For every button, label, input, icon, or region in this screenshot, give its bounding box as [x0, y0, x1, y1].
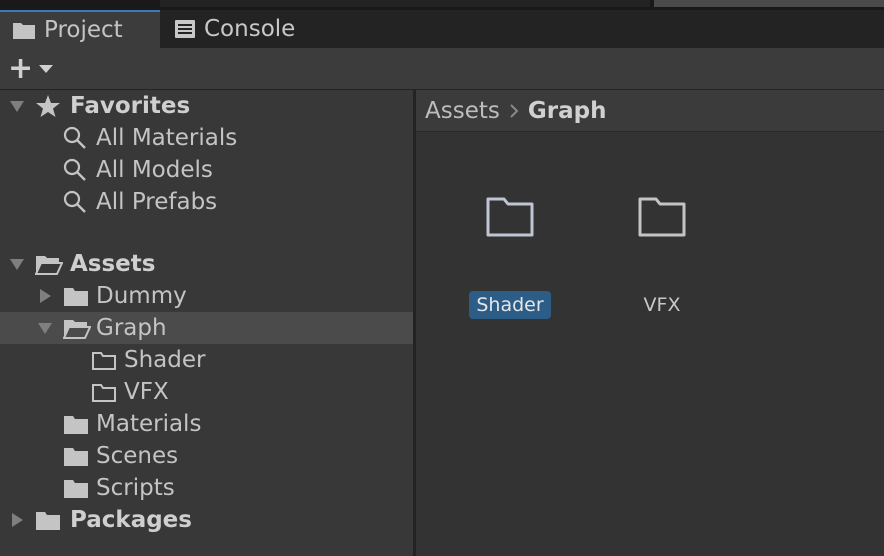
chevron-right-icon [508, 103, 520, 119]
materials-label: Materials [96, 411, 202, 437]
tab-project[interactable]: Project [0, 10, 160, 48]
top-strip-segment [160, 0, 650, 7]
tab-project-label: Project [44, 17, 123, 43]
tree-row-vfx[interactable]: VFX [0, 376, 413, 408]
collapsed-arrow-icon[interactable] [35, 286, 55, 306]
shader-label: Shader [124, 347, 206, 373]
all-materials-label: All Materials [96, 125, 238, 151]
tree-row-scripts[interactable]: Scripts [0, 472, 413, 504]
tree-row-scenes[interactable]: Scenes [0, 440, 413, 472]
search-icon [63, 158, 87, 182]
tree-row-graph[interactable]: Graph [0, 312, 413, 344]
graph-label: Graph [96, 315, 167, 341]
packages-label: Packages [70, 507, 192, 533]
scenes-label: Scenes [96, 443, 179, 469]
plus-icon: + [8, 51, 34, 86]
collapsed-arrow-icon[interactable] [7, 510, 27, 530]
empty-folder-icon [91, 381, 117, 403]
scripts-label: Scripts [96, 475, 175, 501]
tab-console-label: Console [204, 16, 296, 42]
console-icon [174, 19, 196, 39]
asset-name-vfx: VFX [643, 294, 681, 316]
project-toolbar: + [0, 48, 884, 90]
all-prefabs-label: All Prefabs [96, 189, 218, 215]
expanded-arrow-icon[interactable] [35, 318, 55, 338]
all-models-label: All Models [96, 157, 213, 183]
tab-console[interactable]: Console [162, 10, 332, 48]
top-strip-segment-right [654, 0, 884, 7]
tree-row-shader[interactable]: Shader [0, 344, 413, 376]
tree-row-all-prefabs[interactable]: All Prefabs [0, 186, 413, 218]
favorites-label: Favorites [70, 93, 191, 119]
breadcrumb: Assets Graph [416, 90, 884, 132]
empty-folder-icon [485, 194, 535, 242]
breadcrumb-graph[interactable]: Graph [528, 98, 607, 124]
dropdown-caret-icon [39, 65, 54, 73]
folder-icon [63, 477, 89, 499]
asset-browser: Assets Graph Shader VFX [416, 90, 884, 556]
expanded-arrow-icon[interactable] [7, 96, 27, 116]
tab-bar: Project Console [0, 10, 884, 48]
vfx-label: VFX [124, 379, 169, 405]
breadcrumb-assets[interactable]: Assets [425, 98, 500, 124]
tree-row-dummy[interactable]: Dummy [0, 280, 413, 312]
assets-label: Assets [70, 251, 156, 277]
open-folder-icon [63, 317, 91, 339]
tree-row-materials[interactable]: Materials [0, 408, 413, 440]
folder-icon [63, 445, 89, 467]
add-asset-button[interactable]: + [8, 51, 66, 86]
asset-item-shader[interactable]: Shader [455, 194, 565, 324]
dummy-label: Dummy [96, 283, 187, 309]
folder-icon [63, 413, 89, 435]
folder-icon [63, 285, 89, 307]
expanded-arrow-icon[interactable] [7, 254, 27, 274]
folder-icon [35, 509, 61, 531]
asset-name-shader: Shader [469, 291, 551, 319]
star-icon [35, 94, 61, 118]
folder-icon [12, 20, 36, 40]
window-top-strip [0, 0, 884, 10]
search-icon [63, 126, 87, 150]
tree-row-all-materials[interactable]: All Materials [0, 122, 413, 154]
folder-tree: Favorites All Materials All Models All P… [0, 90, 413, 556]
tree-row-favorites[interactable]: Favorites [0, 90, 413, 122]
tree-row-assets[interactable]: Assets [0, 248, 413, 280]
empty-folder-icon [91, 349, 117, 371]
asset-item-vfx[interactable]: VFX [607, 194, 717, 324]
tree-row-packages[interactable]: Packages [0, 504, 413, 536]
search-icon [63, 190, 87, 214]
empty-folder-icon [637, 194, 687, 242]
tree-row-all-models[interactable]: All Models [0, 154, 413, 186]
open-folder-icon [35, 253, 63, 275]
